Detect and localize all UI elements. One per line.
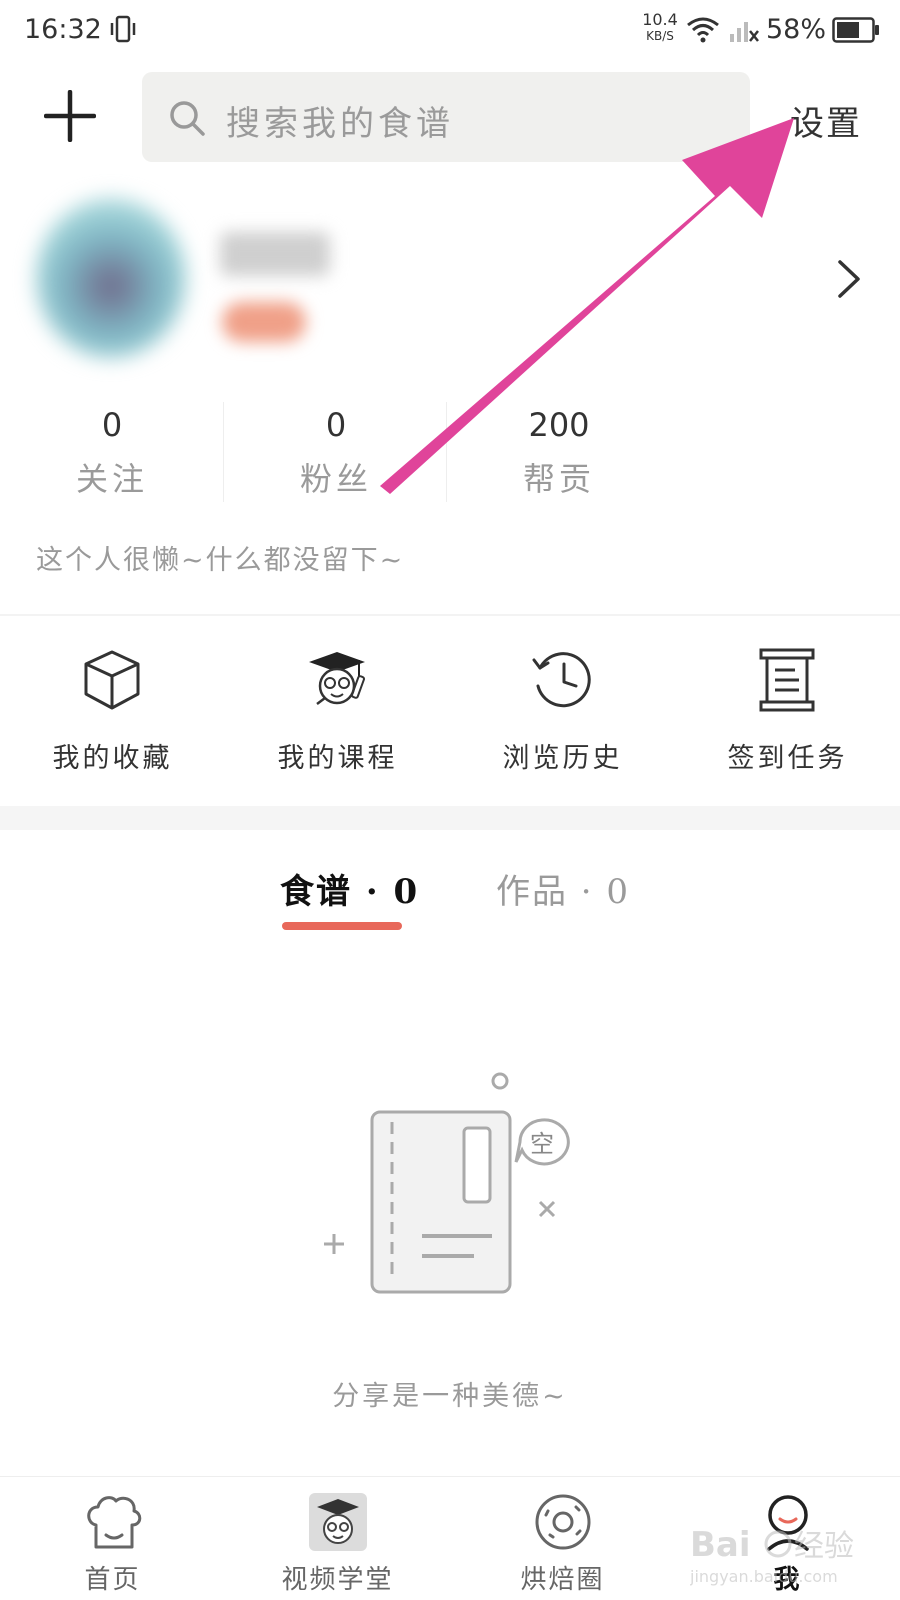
menu-label: 我的收藏 xyxy=(52,743,173,774)
baidu-jingyan-watermark: Bai 经验 jingyan.baidu.com xyxy=(690,1525,854,1586)
empty-bubble-text: 空 xyxy=(530,1130,554,1158)
menu-checkin-tasks[interactable]: 签到任务 xyxy=(675,640,900,790)
search-input[interactable]: 搜索我的食谱 xyxy=(226,96,454,145)
nav-home[interactable]: 首页 xyxy=(0,1477,225,1600)
divider xyxy=(0,614,900,616)
battery-percent: 58% xyxy=(766,14,827,45)
tab-active-indicator xyxy=(282,922,402,930)
menu-courses[interactable]: 我的课程 xyxy=(225,640,450,790)
chef-hat-icon xyxy=(87,1496,142,1549)
menu-history[interactable]: 浏览历史 xyxy=(450,640,675,790)
network-speed-value: 10.4 xyxy=(642,10,678,29)
wifi-icon xyxy=(687,17,719,43)
stat-label: 关注 xyxy=(75,460,148,498)
watermark-brand: Bai xyxy=(690,1525,751,1565)
empty-recipe-book-illustration: 空 xyxy=(324,1072,570,1294)
chevron-right-icon[interactable] xyxy=(832,256,866,302)
stat-value: 0 xyxy=(101,406,123,444)
stat-followers[interactable]: 0 粉丝 xyxy=(224,390,448,510)
nav-label: 首页 xyxy=(84,1565,141,1595)
profile-bio: 这个人很懒~什么都没留下~ xyxy=(36,545,405,576)
network-speed-unit: KB/S xyxy=(646,29,674,43)
add-button[interactable] xyxy=(44,90,96,142)
search-bar[interactable]: 搜索我的食谱 xyxy=(142,72,750,162)
status-time: 16:32 xyxy=(24,14,102,45)
stat-value: 200 xyxy=(528,406,590,444)
scroll-icon xyxy=(759,648,815,712)
profile-stats: 0 关注 0 粉丝 200 帮贡 xyxy=(0,390,670,510)
box-icon xyxy=(84,650,140,710)
stat-value: 0 xyxy=(325,406,347,444)
profile-header[interactable] xyxy=(0,190,900,380)
stat-contribution[interactable]: 200 帮贡 xyxy=(447,390,671,510)
menu-label: 签到任务 xyxy=(727,743,848,774)
nav-video-school[interactable]: 视频学堂 xyxy=(225,1477,450,1600)
battery-icon xyxy=(832,17,879,43)
watermark-suffix: 经验 xyxy=(794,1529,854,1564)
status-bar: 16:32 10.4 KB/S 58% xyxy=(0,0,900,64)
menu-label: 我的课程 xyxy=(277,743,398,774)
level-badge-blurred xyxy=(222,302,306,342)
stat-label: 帮贡 xyxy=(522,460,595,498)
section-separator xyxy=(0,806,900,830)
username-blurred xyxy=(220,232,330,276)
nav-label: 烘焙圈 xyxy=(520,1565,605,1595)
tab-recipes[interactable]: 食谱 · 0 xyxy=(280,864,419,913)
graduate-mascot-icon xyxy=(309,652,366,705)
quick-menu: 我的收藏 我的课程 浏览历史 签到任务 xyxy=(0,640,900,790)
signal-icon xyxy=(730,22,759,42)
donut-icon xyxy=(535,1494,591,1550)
menu-label: 浏览历史 xyxy=(502,743,623,774)
network-speed: 10.4 KB/S xyxy=(638,10,682,43)
stat-label: 粉丝 xyxy=(299,460,372,498)
avatar[interactable] xyxy=(36,198,186,358)
watermark-url: jingyan.baidu.com xyxy=(690,1567,838,1586)
video-school-icon xyxy=(309,1493,367,1551)
nav-baking-circle[interactable]: 烘焙圈 xyxy=(450,1477,675,1600)
stat-following[interactable]: 0 关注 xyxy=(0,390,224,510)
menu-favorites[interactable]: 我的收藏 xyxy=(0,640,225,790)
vibrate-icon xyxy=(110,15,136,43)
settings-button[interactable]: 设置 xyxy=(790,96,862,145)
tab-works[interactable]: 作品 · 0 xyxy=(496,864,630,913)
history-clock-icon xyxy=(532,652,591,708)
nav-label: 视频学堂 xyxy=(281,1565,394,1595)
empty-state-message: 分享是一种美德~ xyxy=(332,1381,568,1412)
search-icon xyxy=(170,101,205,136)
